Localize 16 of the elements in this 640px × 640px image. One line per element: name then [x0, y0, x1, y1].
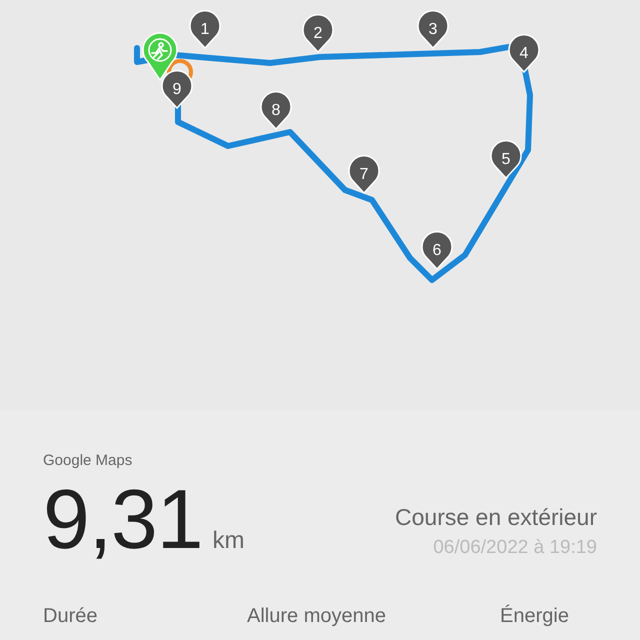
source-label: Google Maps — [43, 452, 134, 469]
stat-label: Énergie — [500, 605, 570, 628]
distance-value: 9,31 — [43, 477, 202, 561]
map-pin: 6 — [421, 231, 453, 270]
map-pin: 3 — [417, 10, 449, 49]
map-pin: 2 — [302, 14, 334, 53]
distance-unit: km — [212, 527, 244, 555]
map-pin: 1 — [189, 10, 221, 49]
stat-label: Durée — [43, 605, 98, 628]
activity-type: Course en extérieur — [395, 504, 597, 531]
map-pin: 5 — [490, 140, 522, 179]
map-pin: 7 — [348, 155, 380, 194]
map-pin: 4 — [508, 34, 540, 73]
map-pin: 9 — [161, 70, 193, 109]
map-pin: 8 — [260, 91, 292, 130]
stat-label: Allure moyenne — [247, 605, 387, 628]
